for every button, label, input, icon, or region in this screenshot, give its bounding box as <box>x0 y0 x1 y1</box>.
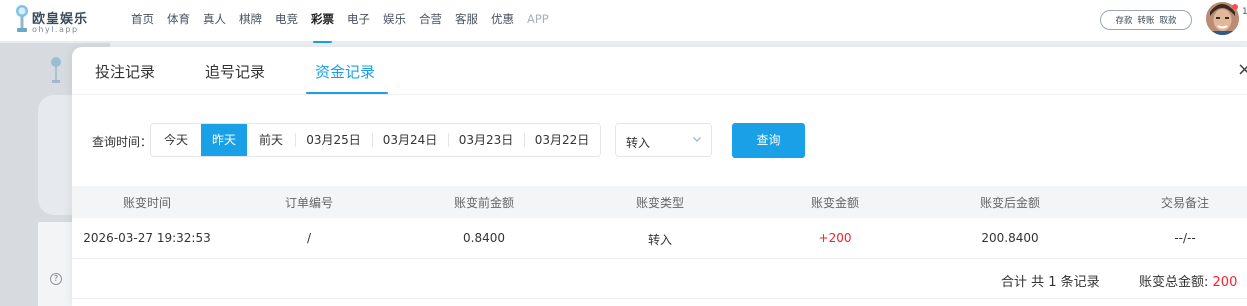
nav-item-2[interactable]: 真人 <box>203 0 226 42</box>
close-icon[interactable]: × <box>1237 59 1247 80</box>
column-header: 账变金额 <box>810 196 860 210</box>
table-cell: / <box>306 231 312 245</box>
nav-item-6[interactable]: 电子 <box>347 0 370 42</box>
help-icon: ? <box>50 273 62 285</box>
date-option-5[interactable]: 03月23日 <box>448 124 524 156</box>
record-type-select[interactable]: 转入 <box>615 123 712 157</box>
nav-item-1[interactable]: 体育 <box>167 0 190 42</box>
trophy-logo-icon <box>16 5 28 32</box>
column-header: 账变前金额 <box>453 196 515 210</box>
nav-item-0[interactable]: 首页 <box>131 0 154 42</box>
record-type-value: 转入 <box>626 136 651 150</box>
total-amount: 账变总金额: 200 <box>1139 271 1237 290</box>
brand-domain: ohyl.app <box>32 25 79 34</box>
tab-bet-records[interactable]: 投注记录 <box>95 61 155 82</box>
search-button[interactable]: 查询 <box>732 123 805 158</box>
nav-item-10[interactable]: 优惠 <box>491 0 514 42</box>
record-tabs: 投注记录 追号记录 资金记录 × <box>72 47 1247 95</box>
nav-item-11[interactable]: APP <box>527 0 549 42</box>
tab-fund-records[interactable]: 资金记录 <box>315 61 375 82</box>
withdraw-link[interactable]: 取款 <box>1160 14 1177 26</box>
nav-item-9[interactable]: 客服 <box>455 0 478 42</box>
date-option-4[interactable]: 03月24日 <box>372 124 448 156</box>
table-cell: --/-- <box>1174 231 1196 245</box>
nav-item-7[interactable]: 娱乐 <box>383 0 406 42</box>
table-cell: 转入 <box>647 233 673 247</box>
table-cell: 2026-03-27 19:32:53 <box>83 231 211 245</box>
column-header: 账变类型 <box>635 196 685 210</box>
records-modal: 投注记录 追号记录 资金记录 × 查询时间： 今天 昨天 前天 03月25日 03月24… <box>72 47 1247 306</box>
nav-item-5[interactable]: 彩票 <box>311 0 334 43</box>
date-option-0[interactable]: 今天 <box>151 124 201 156</box>
table-row: 2026-03-27 19:32:53 / 0.8400 转入 +200 200.8400… <box>72 218 1247 259</box>
column-header: 交易备注 <box>1160 196 1210 210</box>
date-filter-group: 今天 昨天 前天 03月25日 03月24日 03月23日 03月22日 <box>150 123 601 157</box>
active-tab-indicator <box>306 92 388 94</box>
table-cell: 200.8400 <box>981 231 1039 245</box>
date-option-6[interactable]: 03月22日 <box>524 124 600 156</box>
date-option-1[interactable]: 昨天 <box>201 124 247 156</box>
record-count: 合计 共 1 条记录 <box>1001 275 1100 290</box>
total-amount-value: 200 <box>1212 275 1238 290</box>
table-cell: +200 <box>818 231 852 245</box>
edge-text: 1 <box>1242 7 1247 17</box>
table-cell: 0.8400 <box>463 231 505 245</box>
query-time-label: 查询时间： <box>92 135 153 149</box>
table-summary: 合计 共 1 条记录 账变总金额: 200 <box>72 259 1247 299</box>
notification-dot <box>1232 4 1238 10</box>
transfer-link[interactable]: 转账 <box>1137 14 1154 26</box>
deposit-link[interactable]: 存款 <box>1115 14 1132 26</box>
nav-item-3[interactable]: 棋牌 <box>239 0 262 42</box>
top-navbar: 欧皇娱乐 ohyl.app 首页 体育 真人 棋牌 电竞 彩票 电子 娱乐 合营 客服 优惠 APP … <box>0 0 1247 43</box>
nav-item-8[interactable]: 合营 <box>419 0 442 42</box>
nav-item-4[interactable]: 电竞 <box>275 0 298 42</box>
column-header: 订单编号 <box>284 196 334 210</box>
account-actions: 存款 转账 取款 <box>1100 10 1192 30</box>
table-header: 账变时间 订单编号 账变前金额 账变类型 账变金额 账变后金额 交易备注 <box>72 186 1247 218</box>
total-amount-label: 账变总金额: <box>1139 275 1209 290</box>
date-option-2[interactable]: 前天 <box>247 124 295 156</box>
column-header: 账变后金额 <box>979 196 1041 210</box>
column-header: 账变时间 <box>122 196 172 210</box>
chevron-down-icon <box>693 137 701 142</box>
tab-chase-records[interactable]: 追号记录 <box>205 61 265 82</box>
backdrop-trophy-icon <box>51 57 61 83</box>
brand-logo[interactable]: 欧皇娱乐 ohyl.app <box>14 4 104 36</box>
date-option-3[interactable]: 03月25日 <box>295 124 372 156</box>
main-nav: 首页 体育 真人 棋牌 电竞 彩票 电子 娱乐 合营 客服 优惠 APP <box>131 0 562 43</box>
